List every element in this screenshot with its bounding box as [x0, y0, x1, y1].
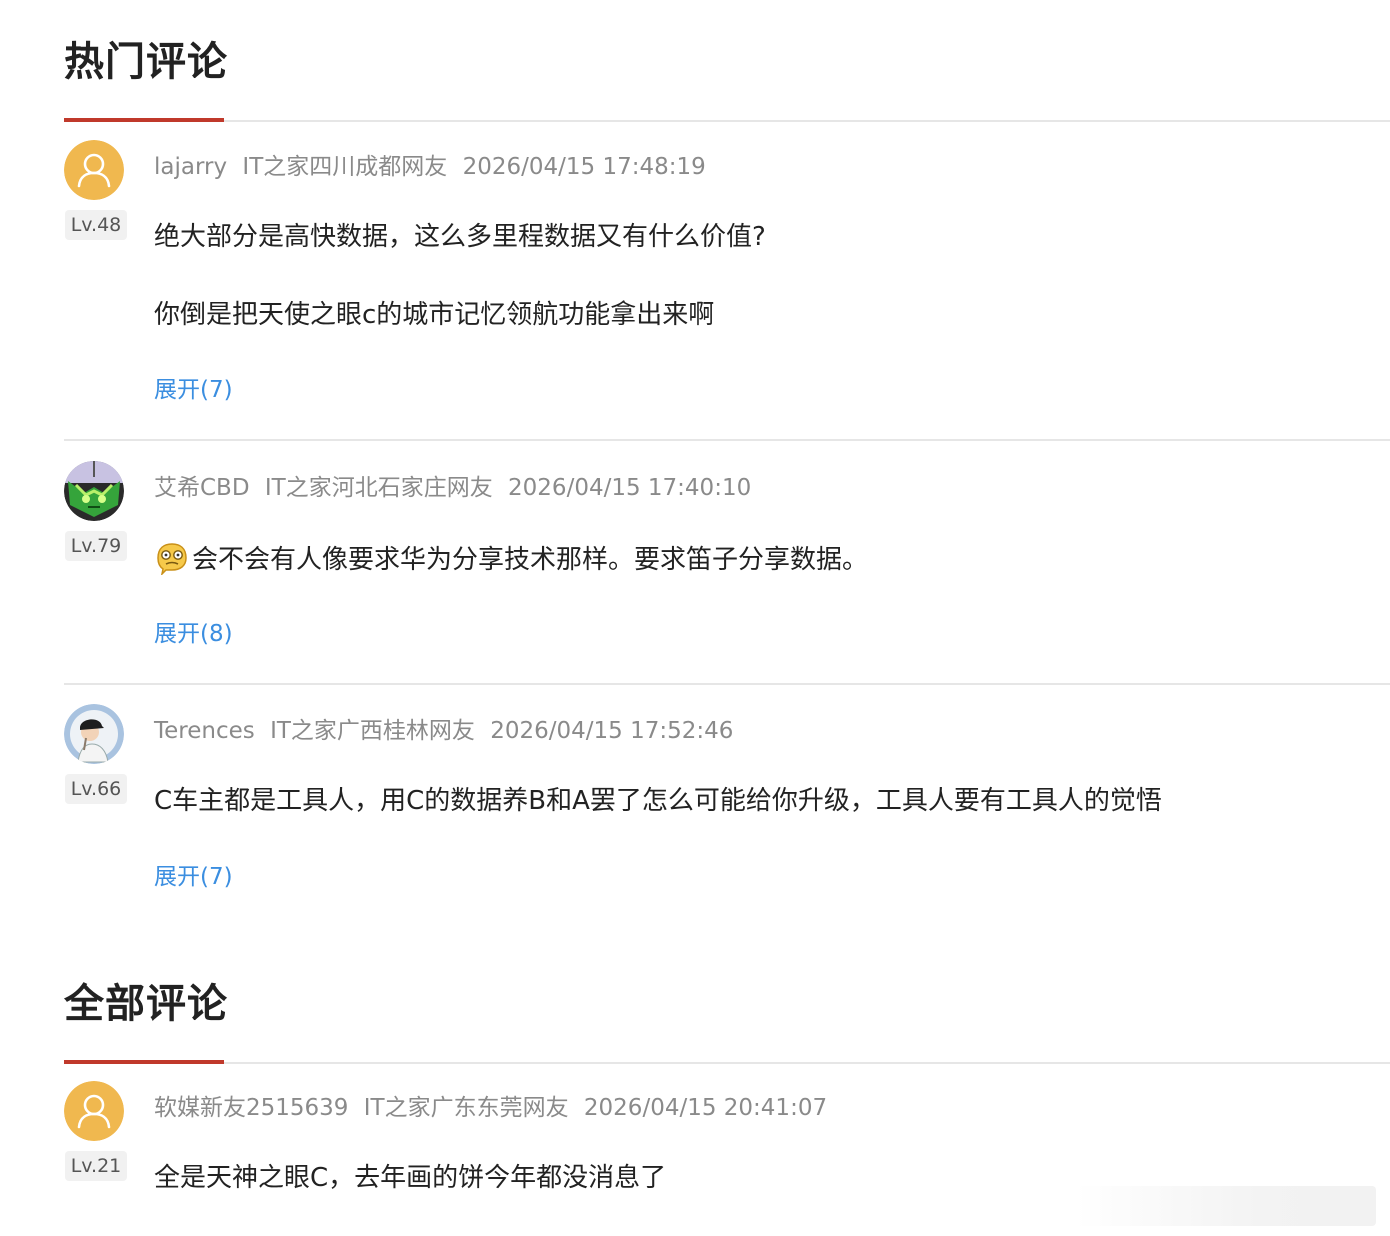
- comment-time: 2026/04/15 17:48:19: [462, 154, 706, 180]
- section-title-hot: 热门评论: [64, 39, 228, 85]
- username[interactable]: lajarry: [154, 154, 227, 180]
- level-badge: Lv.79: [65, 531, 127, 561]
- comment-time: 2026/04/15 20:41:07: [583, 1095, 828, 1121]
- user-location: IT之家广西桂林网友: [270, 718, 475, 744]
- expand-replies-link[interactable]: 展开(7): [154, 375, 233, 405]
- user-location: IT之家广东东莞网友: [363, 1095, 569, 1121]
- username[interactable]: Terences: [154, 718, 255, 744]
- avatar[interactable]: [64, 140, 124, 200]
- expand-replies-link[interactable]: 展开(7): [154, 862, 233, 892]
- level-badge: Lv.21: [65, 1151, 127, 1181]
- comment-meta: 软媒新友2515639 IT之家广东东莞网友 2026/04/15 20:41:…: [154, 1093, 835, 1123]
- comment-text: 你倒是把天使之眼c的城市记忆领航功能拿出来啊: [154, 300, 715, 330]
- cap-person-avatar: [64, 704, 124, 764]
- user-location: IT之家四川成都网友: [242, 154, 448, 180]
- comment-time: 2026/04/15 17:40:10: [508, 475, 752, 501]
- comment-meta: Terences IT之家广西桂林网友 2026/04/15 17:52:46: [154, 716, 741, 746]
- user-location: IT之家河北石家庄网友: [264, 475, 493, 501]
- section-accent-bar: [64, 1060, 224, 1064]
- floating-overlay: [1076, 1186, 1376, 1226]
- avatar[interactable]: [64, 704, 124, 764]
- username[interactable]: 艾希CBD: [154, 475, 250, 501]
- comment-divider: [64, 683, 1390, 685]
- section-divider: [64, 1062, 1390, 1064]
- username[interactable]: 软媒新友2515639: [154, 1095, 348, 1121]
- green-mascot-avatar: [64, 461, 124, 521]
- default-user-icon: [64, 140, 124, 200]
- avatar[interactable]: [64, 1081, 124, 1141]
- comment-time: 2026/04/15 17:52:46: [490, 718, 734, 744]
- level-badge: Lv.48: [65, 210, 127, 240]
- comment-text: C车主都是工具人，用C的数据养B和A罢了怎么可能给你升级，工具人要有工具人的觉悟: [154, 786, 1162, 816]
- avatar[interactable]: [64, 461, 124, 521]
- default-user-icon: [64, 1081, 124, 1141]
- section-title-all: 全部评论: [64, 981, 228, 1027]
- comment-text: 会不会有人像要求华为分享技术那样。要求笛子分享数据。: [192, 545, 869, 575]
- comment-meta: 艾希CBD IT之家河北石家庄网友 2026/04/15 17:40:10: [154, 473, 759, 503]
- comment-text-row: 会不会有人像要求华为分享技术那样。要求笛子分享数据。: [154, 541, 868, 577]
- section-accent-bar: [64, 118, 224, 122]
- section-divider: [64, 120, 1390, 122]
- comment-meta: lajarry IT之家四川成都网友 2026/04/15 17:48:19: [154, 152, 714, 182]
- comment-text: 全是天神之眼C，去年画的饼今年都没消息了: [154, 1163, 667, 1193]
- expand-replies-link[interactable]: 展开(8): [154, 619, 233, 649]
- comment-divider: [64, 439, 1390, 441]
- comment-text: 绝大部分是高快数据，这么多里程数据又有什么价值?: [154, 222, 766, 252]
- awkward-face-emoji: [157, 543, 187, 575]
- level-badge: Lv.66: [65, 774, 127, 804]
